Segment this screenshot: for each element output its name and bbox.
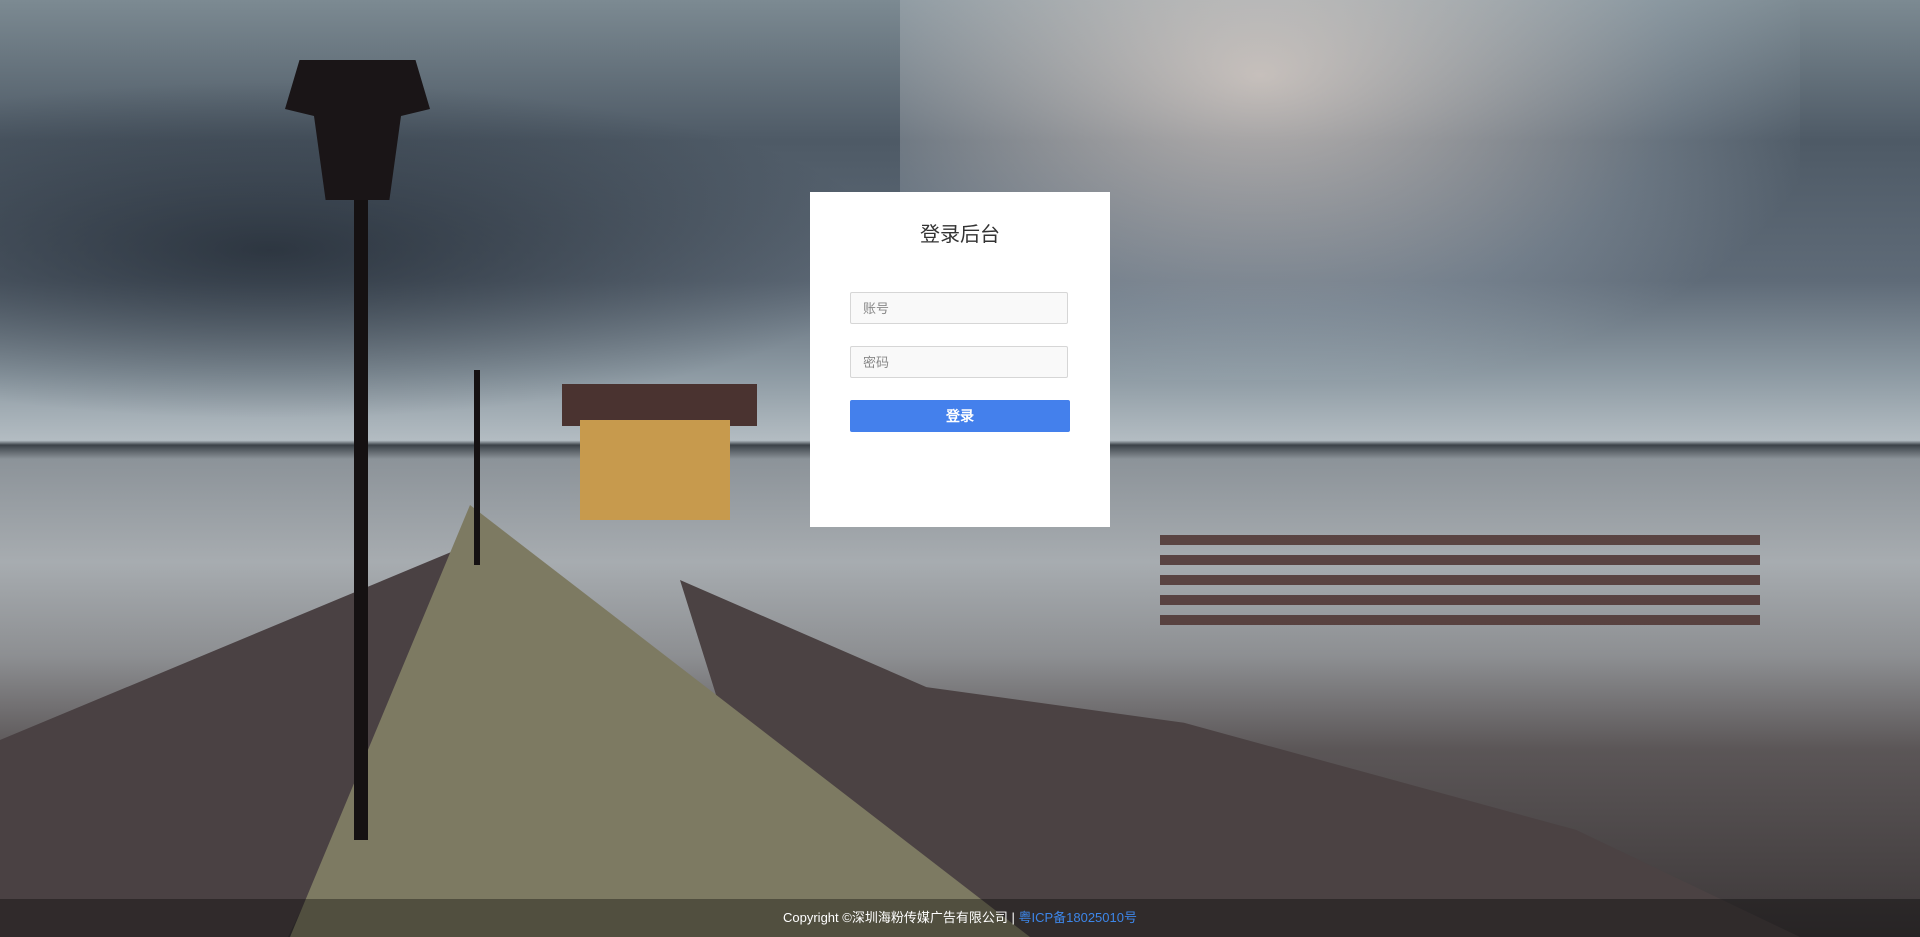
icp-link[interactable]: 粤ICP备18025010号: [1018, 910, 1137, 925]
lamp-post: [354, 200, 368, 840]
lamp-post-far: [474, 370, 480, 565]
login-title: 登录后台: [920, 224, 1000, 246]
dark-cloud: [0, 80, 900, 420]
login-button[interactable]: 登录: [850, 400, 1070, 432]
footer-separator: |: [1011, 910, 1015, 925]
footer: Copyright ©深圳海粉传媒广告有限公司 | 粤ICP备18025010号: [0, 899, 1920, 937]
wooden-pier: [290, 505, 1030, 937]
boathouse: [580, 420, 730, 520]
account-input[interactable]: [850, 292, 1068, 324]
login-panel: 登录后台 登录: [810, 192, 1110, 527]
wooden-dock: [1160, 535, 1760, 635]
password-input[interactable]: [850, 346, 1068, 378]
copyright-text: Copyright ©深圳海粉传媒广告有限公司: [783, 910, 1008, 925]
